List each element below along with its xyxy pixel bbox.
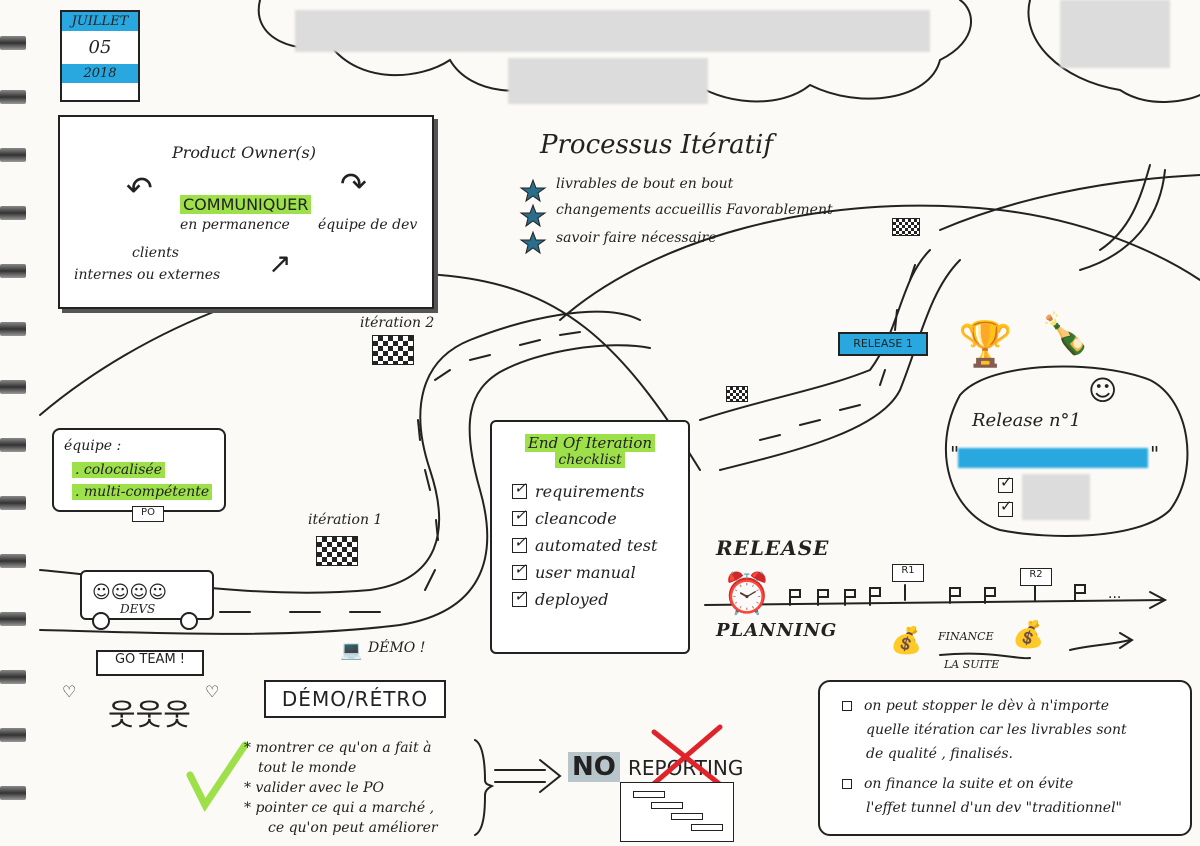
processus-item: changements accueillis Favorablement <box>556 202 833 218</box>
team-bubble: équipe : . colocalisée . multi-compétent… <box>52 428 226 512</box>
go-team-banner: GO TEAM ! <box>96 650 204 676</box>
planning-word: PLANNING <box>716 620 838 641</box>
r2-sign: R2 <box>1020 568 1052 586</box>
communication-frame: Product Owner(s) COMMUNIQUER en permanen… <box>58 115 434 309</box>
clients-sub-label: internes ou externes <box>74 267 221 283</box>
trophy-icon: 🏆 <box>958 319 1013 370</box>
quote-close: " <box>1150 442 1160 466</box>
note-line: on finance la suite et on évite <box>864 776 1074 792</box>
checked-box-icon <box>512 533 527 553</box>
permanence-label: en permanence <box>180 217 290 233</box>
demo-retro-banner: DÉMO/RÉTRO <box>264 680 446 718</box>
calendar-year: 2018 <box>62 64 138 83</box>
demo-bullet: * pointer ce qui a marché , <box>244 800 435 816</box>
iteration-1-label: itération 1 <box>308 512 383 528</box>
cheering-people-icon: 웃웃웃 <box>108 698 191 733</box>
clients-label: clients <box>132 245 179 261</box>
product-owner-label: Product Owner(s) <box>172 143 316 162</box>
demo-label: DÉMO ! <box>368 640 426 656</box>
release-quote: " " <box>950 442 1160 470</box>
heart-icon: ♡ <box>205 682 220 701</box>
demo-bullet: ce qu'on peut améliorer <box>268 820 438 836</box>
redacted-title <box>295 10 930 52</box>
team-title: équipe : <box>64 438 122 454</box>
demo-bullet: tout le monde <box>258 760 357 776</box>
cycle-arrow-icon: ↷ <box>340 165 367 203</box>
processus-item: savoir faire nécessaire <box>556 230 717 246</box>
checked-box-icon <box>998 497 1013 521</box>
champagne-bottle-icon: 🍾 <box>1040 311 1090 357</box>
money-bag-icon: 💰 <box>1012 620 1045 650</box>
iteration-2-label: itération 2 <box>360 315 435 331</box>
checklist-title: End Of Iteration <box>524 434 656 452</box>
checklist-item: deployed <box>535 590 609 609</box>
note-line: on peut stopper le dèv à n'importe <box>864 698 1110 714</box>
smiley-icon: ☺ <box>1088 374 1118 407</box>
communiquer-label: COMMUNIQUER <box>180 195 312 214</box>
processus-title: Processus Itératif <box>540 130 773 160</box>
checked-box-icon <box>512 479 527 499</box>
cycle-arrow-icon: ↶ <box>126 169 153 207</box>
checked-box-icon <box>512 506 527 526</box>
redacted-quote <box>958 448 1148 468</box>
checked-box-icon <box>512 560 527 580</box>
demo-bullet: * valider avec le PO <box>244 780 384 796</box>
calendar-day: 05 <box>88 37 112 58</box>
processus-item: livrables de bout en bout <box>556 176 734 192</box>
gantt-chart-icon <box>620 782 734 842</box>
notes-bubble: on peut stopper le dèv à n'importe quell… <box>818 680 1192 836</box>
checklist-scroll: End Of Iteration checklist requirements … <box>490 420 690 654</box>
checklist-item: user manual <box>535 563 636 582</box>
wheel-icon <box>180 612 198 630</box>
team-line-multi: . multi-compétente <box>72 484 213 500</box>
checklist-subtitle: checklist <box>555 452 625 468</box>
redacted-corner <box>1060 0 1170 68</box>
redacted-release-items <box>1022 474 1090 520</box>
note-line: l'effet tunnel d'un dev "traditionnel" <box>866 800 1122 816</box>
devs-label: DEVS <box>120 602 156 616</box>
checked-box-icon <box>998 473 1013 497</box>
bullet-square-icon <box>842 779 852 789</box>
note-line: quelle itération car les livrables sont <box>866 722 1127 738</box>
release-title: Release n°1 <box>972 410 1082 431</box>
suite-label: LA SUITE <box>944 658 1000 671</box>
r1-sign: R1 <box>892 564 924 582</box>
finance-label: FINANCE <box>938 630 994 643</box>
demo-bullets: * montrer ce qu'on a fait à tout le mond… <box>244 738 438 838</box>
release-1-banner: RELEASE 1 <box>838 332 928 356</box>
checklist-item: requirements <box>535 482 645 501</box>
alarm-clock-icon: ⏰ <box>722 571 772 617</box>
checklist-item: cleancode <box>535 509 617 528</box>
people-icon: ☺☺☺☺ <box>92 582 168 603</box>
checked-box-icon <box>512 587 527 607</box>
checkered-flag-icon <box>372 335 414 365</box>
calendar: JUILLET 05 2018 <box>60 10 140 102</box>
laptop-icon: 💻 <box>340 640 363 661</box>
money-bag-icon: 💰 <box>890 626 923 656</box>
bullet-square-icon <box>842 701 852 711</box>
release-word: RELEASE <box>716 536 830 560</box>
checkered-flag-icon <box>316 536 358 566</box>
heart-icon: ♡ <box>62 682 77 701</box>
no-label: NO <box>568 752 620 782</box>
timeline-dots: ... <box>1108 586 1122 602</box>
dev-team-label: équipe de dev <box>318 217 418 233</box>
checklist-item: automated test <box>535 536 658 555</box>
demo-bullet: * montrer ce qu'on a fait à <box>244 740 432 756</box>
redacted-subtitle <box>508 58 708 104</box>
calendar-month: JUILLET <box>62 12 138 31</box>
wheel-icon <box>92 612 110 630</box>
note-line: de qualité , finalisés. <box>866 746 1013 762</box>
team-line-colocalisee: . colocalisée <box>72 462 165 478</box>
checkered-flag-icon <box>726 386 748 402</box>
checkered-flag-icon <box>892 218 920 236</box>
po-sign: PO <box>132 506 164 522</box>
cycle-arrow-icon: ↗ <box>268 247 292 280</box>
